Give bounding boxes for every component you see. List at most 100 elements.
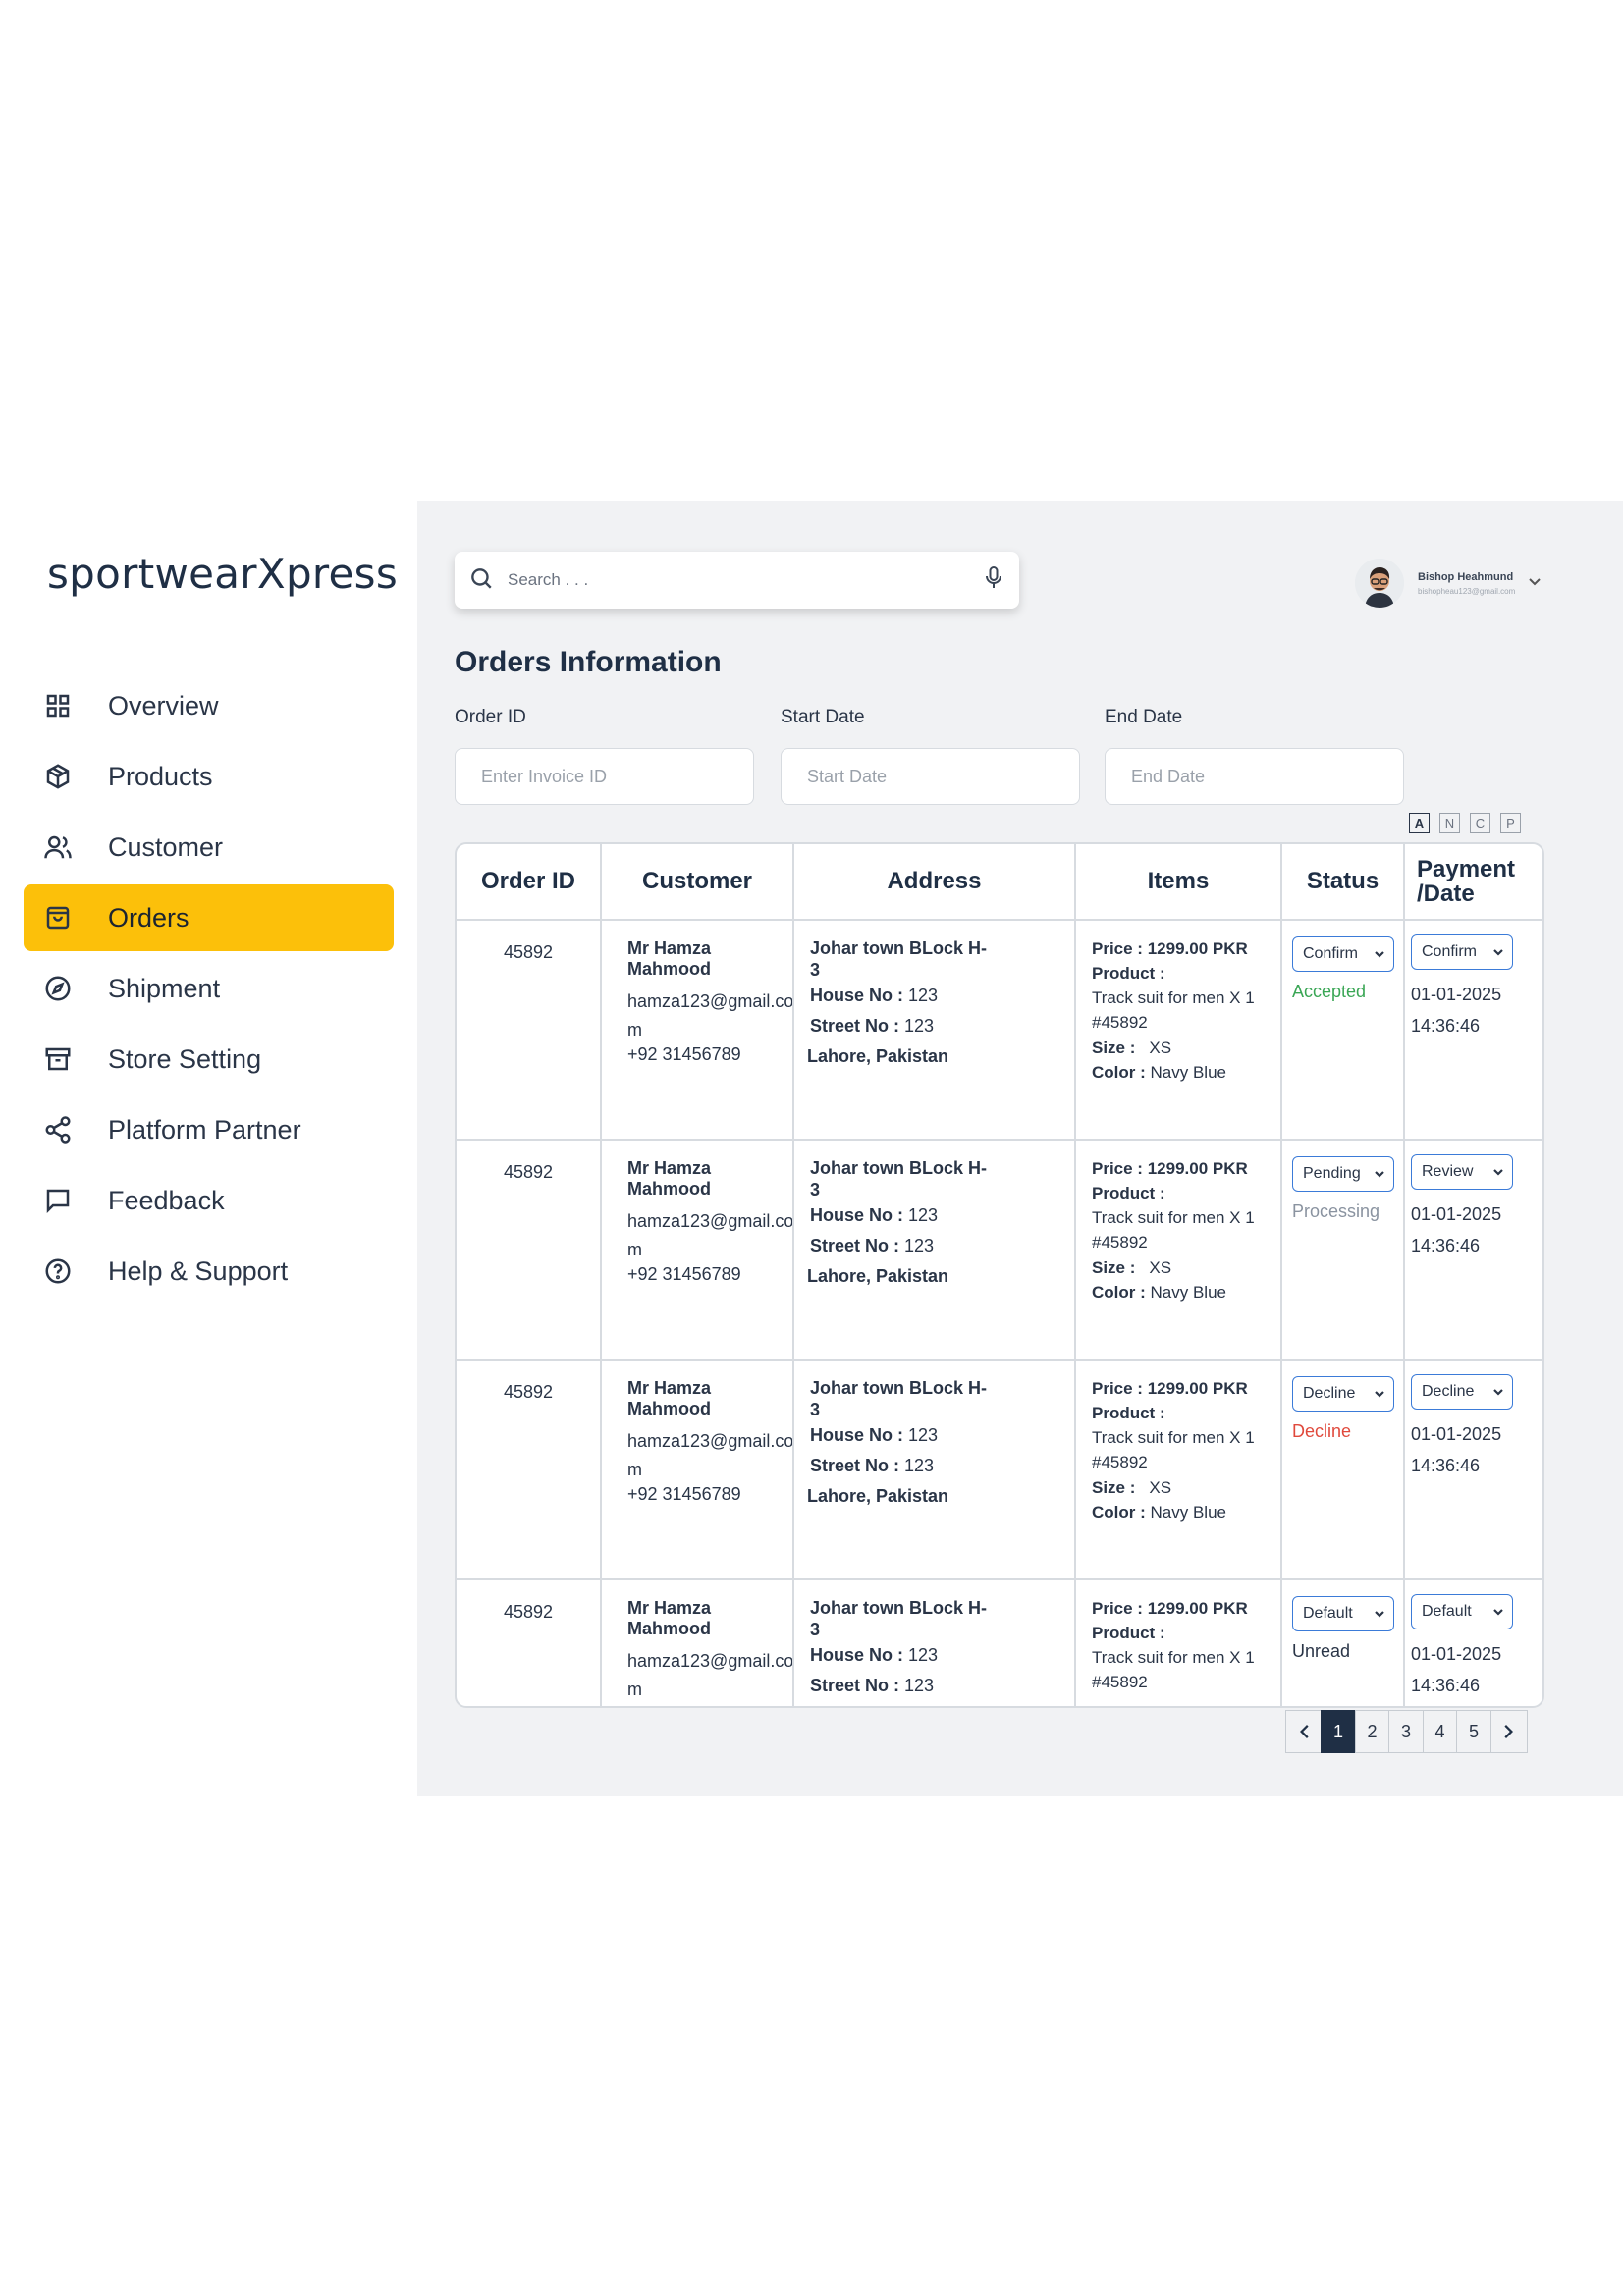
- item-product: Track suit for men X 1: [1092, 1648, 1255, 1668]
- address-line: Johar town BLock H-3: [810, 1158, 988, 1200]
- status-select[interactable]: Confirm: [1292, 936, 1394, 972]
- customer-name: Mr Hamza Mahmood: [627, 1598, 712, 1639]
- item-product-label: Product :: [1092, 1184, 1165, 1203]
- item-product-label: Product :: [1092, 964, 1165, 984]
- microphone-icon[interactable]: [982, 565, 1005, 596]
- chevron-down-icon: [1493, 949, 1503, 956]
- item-price: Price : 1299.00 PKR: [1092, 1159, 1248, 1178]
- end-date-input[interactable]: [1105, 748, 1404, 805]
- city: Lahore, Pakistan: [807, 1266, 949, 1287]
- search-bar[interactable]: Search . . .: [455, 552, 1019, 609]
- sidebar-item-help-support[interactable]: Help & Support: [24, 1238, 394, 1305]
- order-id-cell: 45892: [457, 1580, 602, 1706]
- sidebar-item-store-setting[interactable]: Store Setting: [24, 1026, 394, 1093]
- item-size: Size : XS: [1092, 1038, 1172, 1057]
- col-payment-date: Payment /Date: [1417, 855, 1516, 907]
- item-size: Size : XS: [1092, 1257, 1172, 1277]
- order-id-cell: 45892: [457, 921, 602, 1139]
- payment-cell: Decline 01-01-2025 14:36:46: [1405, 1361, 1542, 1578]
- status-select[interactable]: Pending: [1292, 1156, 1394, 1192]
- status-select[interactable]: Default: [1292, 1596, 1394, 1631]
- page-button-3[interactable]: 3: [1388, 1710, 1424, 1753]
- next-page-button[interactable]: [1489, 1710, 1528, 1753]
- customer-cell: Mr Hamza Mahmood hamza123@gmail.com +92 …: [602, 921, 794, 1139]
- table-row[interactable]: 45892 Mr Hamza Mahmood hamza123@gmail.co…: [457, 921, 1542, 1141]
- toggle-a[interactable]: A: [1409, 813, 1430, 833]
- table-row[interactable]: 45892 Mr Hamza Mahmood hamza123@gmail.co…: [457, 1141, 1542, 1361]
- page-button-1[interactable]: 1: [1321, 1710, 1356, 1753]
- payment-select[interactable]: Review: [1411, 1154, 1513, 1190]
- sidebar-item-shipment[interactable]: Shipment: [24, 955, 394, 1022]
- sidebar-item-overview[interactable]: Overview: [24, 672, 394, 739]
- sidebar-item-customer[interactable]: Customer: [24, 814, 394, 881]
- table-header: Order ID Customer Address Items Status P…: [457, 844, 1542, 921]
- customer-cell: Mr Hamza Mahmood hamza123@gmail.com +92 …: [602, 1361, 794, 1578]
- search-icon: [468, 565, 494, 596]
- orders-table: Order ID Customer Address Items Status P…: [455, 842, 1544, 1708]
- sidebar-item-label: Store Setting: [108, 1043, 262, 1074]
- payment-datetime: 01-01-2025 14:36:46: [1411, 985, 1502, 1036]
- brand-logo[interactable]: sportwearXpress: [47, 550, 398, 598]
- sidebar-item-platform-partner[interactable]: Platform Partner: [24, 1096, 394, 1163]
- item-sku: #45892: [1092, 1233, 1148, 1253]
- chevron-right-icon: [1503, 1725, 1513, 1738]
- chevron-down-icon: [1375, 951, 1384, 958]
- status-select[interactable]: Decline: [1292, 1376, 1394, 1412]
- customer-cell: Mr Hamza Mahmood hamza123@gmail.com +92 …: [602, 1141, 794, 1359]
- sidebar-item-feedback[interactable]: Feedback: [24, 1167, 394, 1234]
- users-icon: [41, 830, 75, 864]
- item-product: Track suit for men X 1: [1092, 1208, 1255, 1228]
- chevron-down-icon: [1375, 1611, 1384, 1618]
- address-cell: Johar town BLock H-3 House No : 123 Stre…: [794, 1141, 1076, 1359]
- item-sku: #45892: [1092, 1013, 1148, 1033]
- address-cell: Johar town BLock H-3 House No : 123 Stre…: [794, 921, 1076, 1139]
- col-address: Address: [794, 844, 1076, 919]
- toggle-p[interactable]: P: [1500, 813, 1521, 833]
- chevron-down-icon: [1375, 1391, 1384, 1398]
- house-no: House No : 123: [810, 1205, 939, 1226]
- item-sku: #45892: [1092, 1673, 1148, 1692]
- order-id-input[interactable]: [455, 748, 754, 805]
- page-button-5[interactable]: 5: [1456, 1710, 1491, 1753]
- page-button-4[interactable]: 4: [1422, 1710, 1458, 1753]
- item-product-label: Product :: [1092, 1404, 1165, 1423]
- house-no: House No : 123: [810, 1425, 939, 1446]
- sidebar-item-products[interactable]: Products: [24, 743, 394, 810]
- user-info: Bishop Heahmund bishopheau123@gmail.com: [1418, 571, 1515, 596]
- order-id-cell: 45892: [457, 1361, 602, 1578]
- payment-select[interactable]: Default: [1411, 1594, 1513, 1629]
- app-window: sportwearXpress Overview Products Custom…: [0, 501, 1623, 1796]
- payment-datetime: 01-01-2025 14:36:46: [1411, 1204, 1502, 1255]
- col-order-id: Order ID: [457, 844, 602, 919]
- customer-email: hamza123@gmail.com: [627, 991, 794, 1041]
- address-line: Johar town BLock H-3: [810, 1378, 988, 1419]
- status-cell: Decline Decline: [1282, 1361, 1405, 1578]
- sidebar-item-label: Help & Support: [108, 1255, 289, 1286]
- sidebar: sportwearXpress Overview Products Custom…: [0, 501, 417, 1796]
- table-row[interactable]: 45892 Mr Hamza Mahmood hamza123@gmail.co…: [457, 1580, 1542, 1706]
- user-menu[interactable]: Bishop Heahmund bishopheau123@gmail.com: [1355, 556, 1542, 611]
- view-toggle-group: A N C P: [1409, 813, 1521, 833]
- sidebar-item-orders[interactable]: Orders: [24, 884, 394, 951]
- col-status: Status: [1282, 844, 1405, 919]
- payment-select[interactable]: Confirm: [1411, 934, 1513, 970]
- search-input[interactable]: Search . . .: [508, 570, 982, 590]
- payment-select[interactable]: Decline: [1411, 1374, 1513, 1410]
- page-button-2[interactable]: 2: [1354, 1710, 1390, 1753]
- sidebar-item-label: Products: [108, 761, 213, 791]
- item-product: Track suit for men X 1: [1092, 1428, 1255, 1448]
- toggle-n[interactable]: N: [1439, 813, 1460, 833]
- start-date-input[interactable]: [781, 748, 1080, 805]
- order-id-label: Order ID: [455, 707, 526, 727]
- street-no: Street No : 123: [810, 1456, 935, 1476]
- item-product-label: Product :: [1092, 1624, 1165, 1643]
- street-no: Street No : 123: [810, 1236, 935, 1256]
- item-price: Price : 1299.00 PKR: [1092, 1379, 1248, 1398]
- prev-page-button[interactable]: [1284, 1710, 1323, 1753]
- address-cell: Johar town BLock H-3 House No : 123 Stre…: [794, 1580, 1076, 1706]
- toggle-c[interactable]: C: [1470, 813, 1490, 833]
- chevron-down-icon[interactable]: [1515, 573, 1542, 594]
- compass-icon: [41, 972, 75, 1005]
- table-row[interactable]: 45892 Mr Hamza Mahmood hamza123@gmail.co…: [457, 1361, 1542, 1580]
- sidebar-item-label: Overview: [108, 690, 219, 721]
